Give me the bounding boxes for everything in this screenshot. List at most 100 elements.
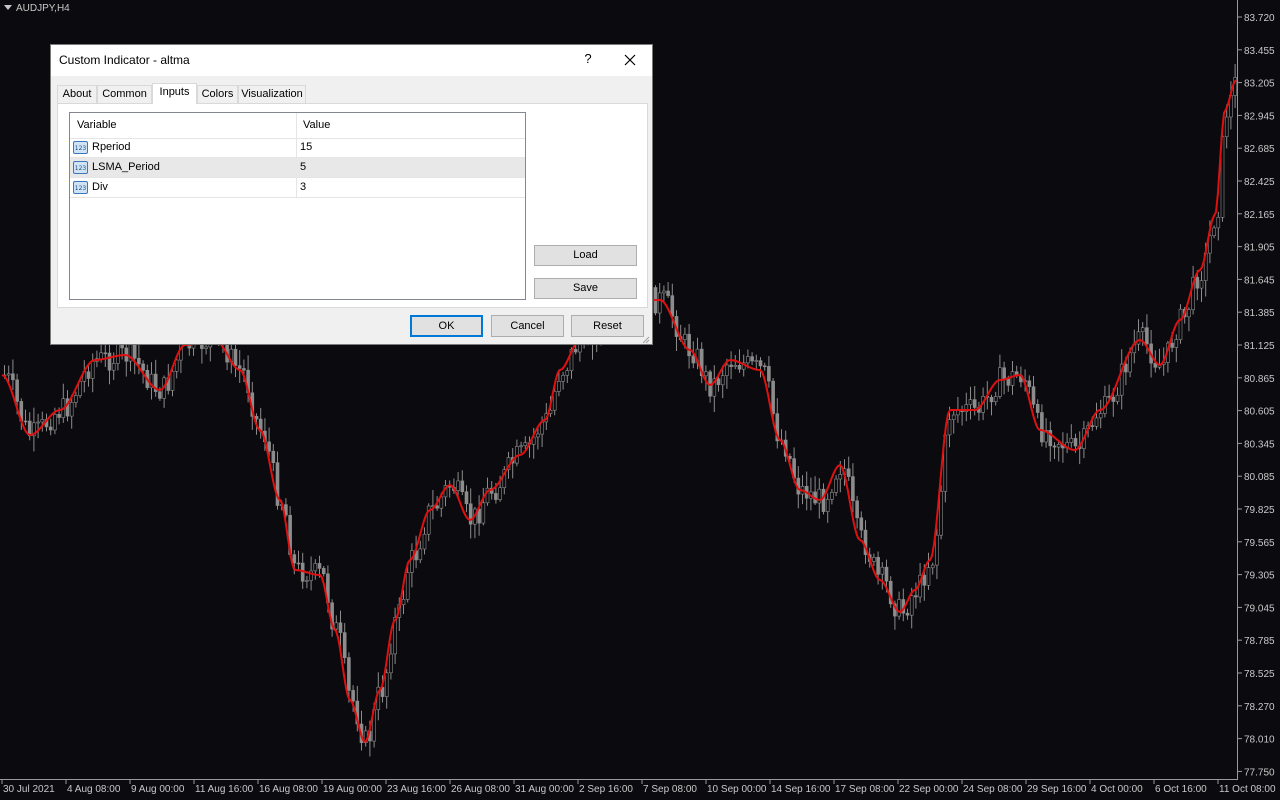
reset-button[interactable]: Reset: [571, 315, 644, 337]
candle-body: [939, 490, 943, 536]
tab-common[interactable]: Common: [97, 85, 152, 103]
time-axis: 30 Jul 2021 4 Aug 08:00 9 Aug 00:00 11 Aug …: [1, 780, 1276, 795]
tab-visualization[interactable]: Visualization: [238, 85, 306, 103]
close-button[interactable]: [617, 49, 643, 71]
row-value[interactable]: 5: [300, 161, 306, 173]
time-tick-label: 22 Sep 00:00: [899, 784, 959, 795]
candle-body: [935, 534, 939, 566]
candle-body: [351, 690, 355, 702]
table-row[interactable]: 123 Rperiod 15: [70, 138, 525, 158]
help-button[interactable]: ?: [581, 51, 595, 66]
candle-body: [926, 567, 931, 586]
table-header: Variable Value: [70, 113, 525, 139]
time-tick-label: 23 Aug 16:00: [387, 784, 446, 795]
candle-body: [993, 396, 998, 402]
svg-text:123: 123: [75, 145, 87, 152]
candle-body: [405, 572, 410, 600]
candle-body: [1027, 380, 1032, 387]
price-tick-label: 82.425: [1244, 177, 1275, 188]
candle-body: [762, 365, 767, 368]
time-tick-label: 4 Oct 00:00: [1091, 784, 1143, 795]
time-tick-label: 19 Aug 00:00: [323, 784, 382, 795]
candle-body: [317, 563, 322, 569]
candle-body: [1002, 367, 1006, 380]
row-value[interactable]: 15: [300, 141, 312, 153]
candle-body: [1073, 438, 1078, 447]
candle-body: [464, 491, 469, 505]
time-tick-label: 6 Oct 16:00: [1155, 784, 1207, 795]
candle-body: [1136, 331, 1141, 345]
candle-body: [930, 564, 935, 569]
candle-body: [334, 622, 339, 630]
candle-body: [657, 292, 662, 314]
candle-body: [384, 672, 389, 697]
time-tick-label: 24 Sep 08:00: [963, 784, 1023, 795]
candle-body: [267, 441, 271, 452]
tab-about[interactable]: About: [57, 85, 97, 103]
price-tick-label: 79.045: [1244, 603, 1275, 614]
candle-body: [305, 580, 309, 582]
ok-button[interactable]: OK: [410, 315, 483, 337]
candle-body: [536, 433, 540, 438]
candle-body: [1098, 413, 1103, 419]
candle-body: [1090, 425, 1095, 427]
candle-body: [1124, 363, 1128, 373]
chart-symbol-label[interactable]: AUDJPY,H4: [4, 3, 70, 14]
dropdown-triangle-icon: [4, 5, 12, 10]
price-tick-label: 83.720: [1244, 13, 1275, 24]
candle-body: [1212, 227, 1216, 236]
candle-body: [1040, 412, 1044, 443]
candle-body: [666, 290, 670, 296]
candle-body: [972, 399, 977, 408]
price-tick-label: 82.165: [1244, 210, 1275, 221]
candle-body: [1010, 371, 1015, 386]
candle-body: [86, 371, 91, 379]
candle-body: [422, 533, 427, 550]
svg-text:123: 123: [75, 185, 87, 192]
candle-body: [389, 653, 393, 674]
candle-body: [141, 363, 145, 371]
svg-text:123: 123: [75, 165, 87, 172]
candle-body: [170, 371, 175, 391]
price-tick-label: 79.305: [1244, 571, 1275, 582]
candle-body: [6, 373, 11, 376]
candle-body: [897, 599, 901, 617]
candle-body: [855, 500, 859, 519]
dialog-title-bar[interactable]: Custom Indicator - altma ?: [51, 45, 652, 76]
candle-body: [342, 632, 347, 658]
column-header-value[interactable]: Value: [303, 119, 330, 131]
candle-body: [884, 566, 889, 582]
candle-body: [922, 574, 927, 586]
column-header-variable[interactable]: Variable: [77, 119, 117, 131]
candle-body: [111, 363, 116, 371]
row-value[interactable]: 3: [300, 181, 306, 193]
candle-body: [69, 402, 74, 417]
tab-inputs[interactable]: Inputs: [152, 83, 197, 104]
time-tick-label: 16 Aug 08:00: [259, 784, 318, 795]
time-tick-label: 11 Aug 16:00: [195, 784, 254, 795]
candle-body: [691, 355, 696, 364]
resize-grip-icon[interactable]: [641, 335, 650, 344]
table-row[interactable]: 123 LSMA_Period 5: [70, 158, 525, 178]
candle-body: [468, 503, 473, 525]
tab-colors[interactable]: Colors: [197, 85, 238, 103]
cancel-button[interactable]: Cancel: [491, 315, 564, 337]
candle-body: [750, 356, 754, 362]
save-button[interactable]: Save: [534, 278, 637, 299]
row-variable-name: Div: [92, 181, 108, 193]
candle-body: [914, 595, 918, 598]
candle-body: [687, 333, 691, 357]
symbol-text: AUDJPY,H4: [16, 3, 70, 14]
candle-body: [951, 414, 956, 420]
candle-body: [158, 391, 162, 399]
candle-body: [1111, 396, 1116, 402]
candle-body: [410, 550, 414, 573]
table-row[interactable]: 123 Div 3: [70, 178, 525, 198]
load-button[interactable]: Load: [534, 245, 637, 266]
inputs-table[interactable]: Variable Value 123 Rperiod 15 123 LSMA_P…: [69, 112, 526, 300]
candle-body: [57, 413, 61, 418]
candle-body: [74, 395, 78, 403]
candle-body: [132, 343, 137, 359]
candle-body: [99, 352, 103, 359]
candle-body: [321, 568, 326, 575]
